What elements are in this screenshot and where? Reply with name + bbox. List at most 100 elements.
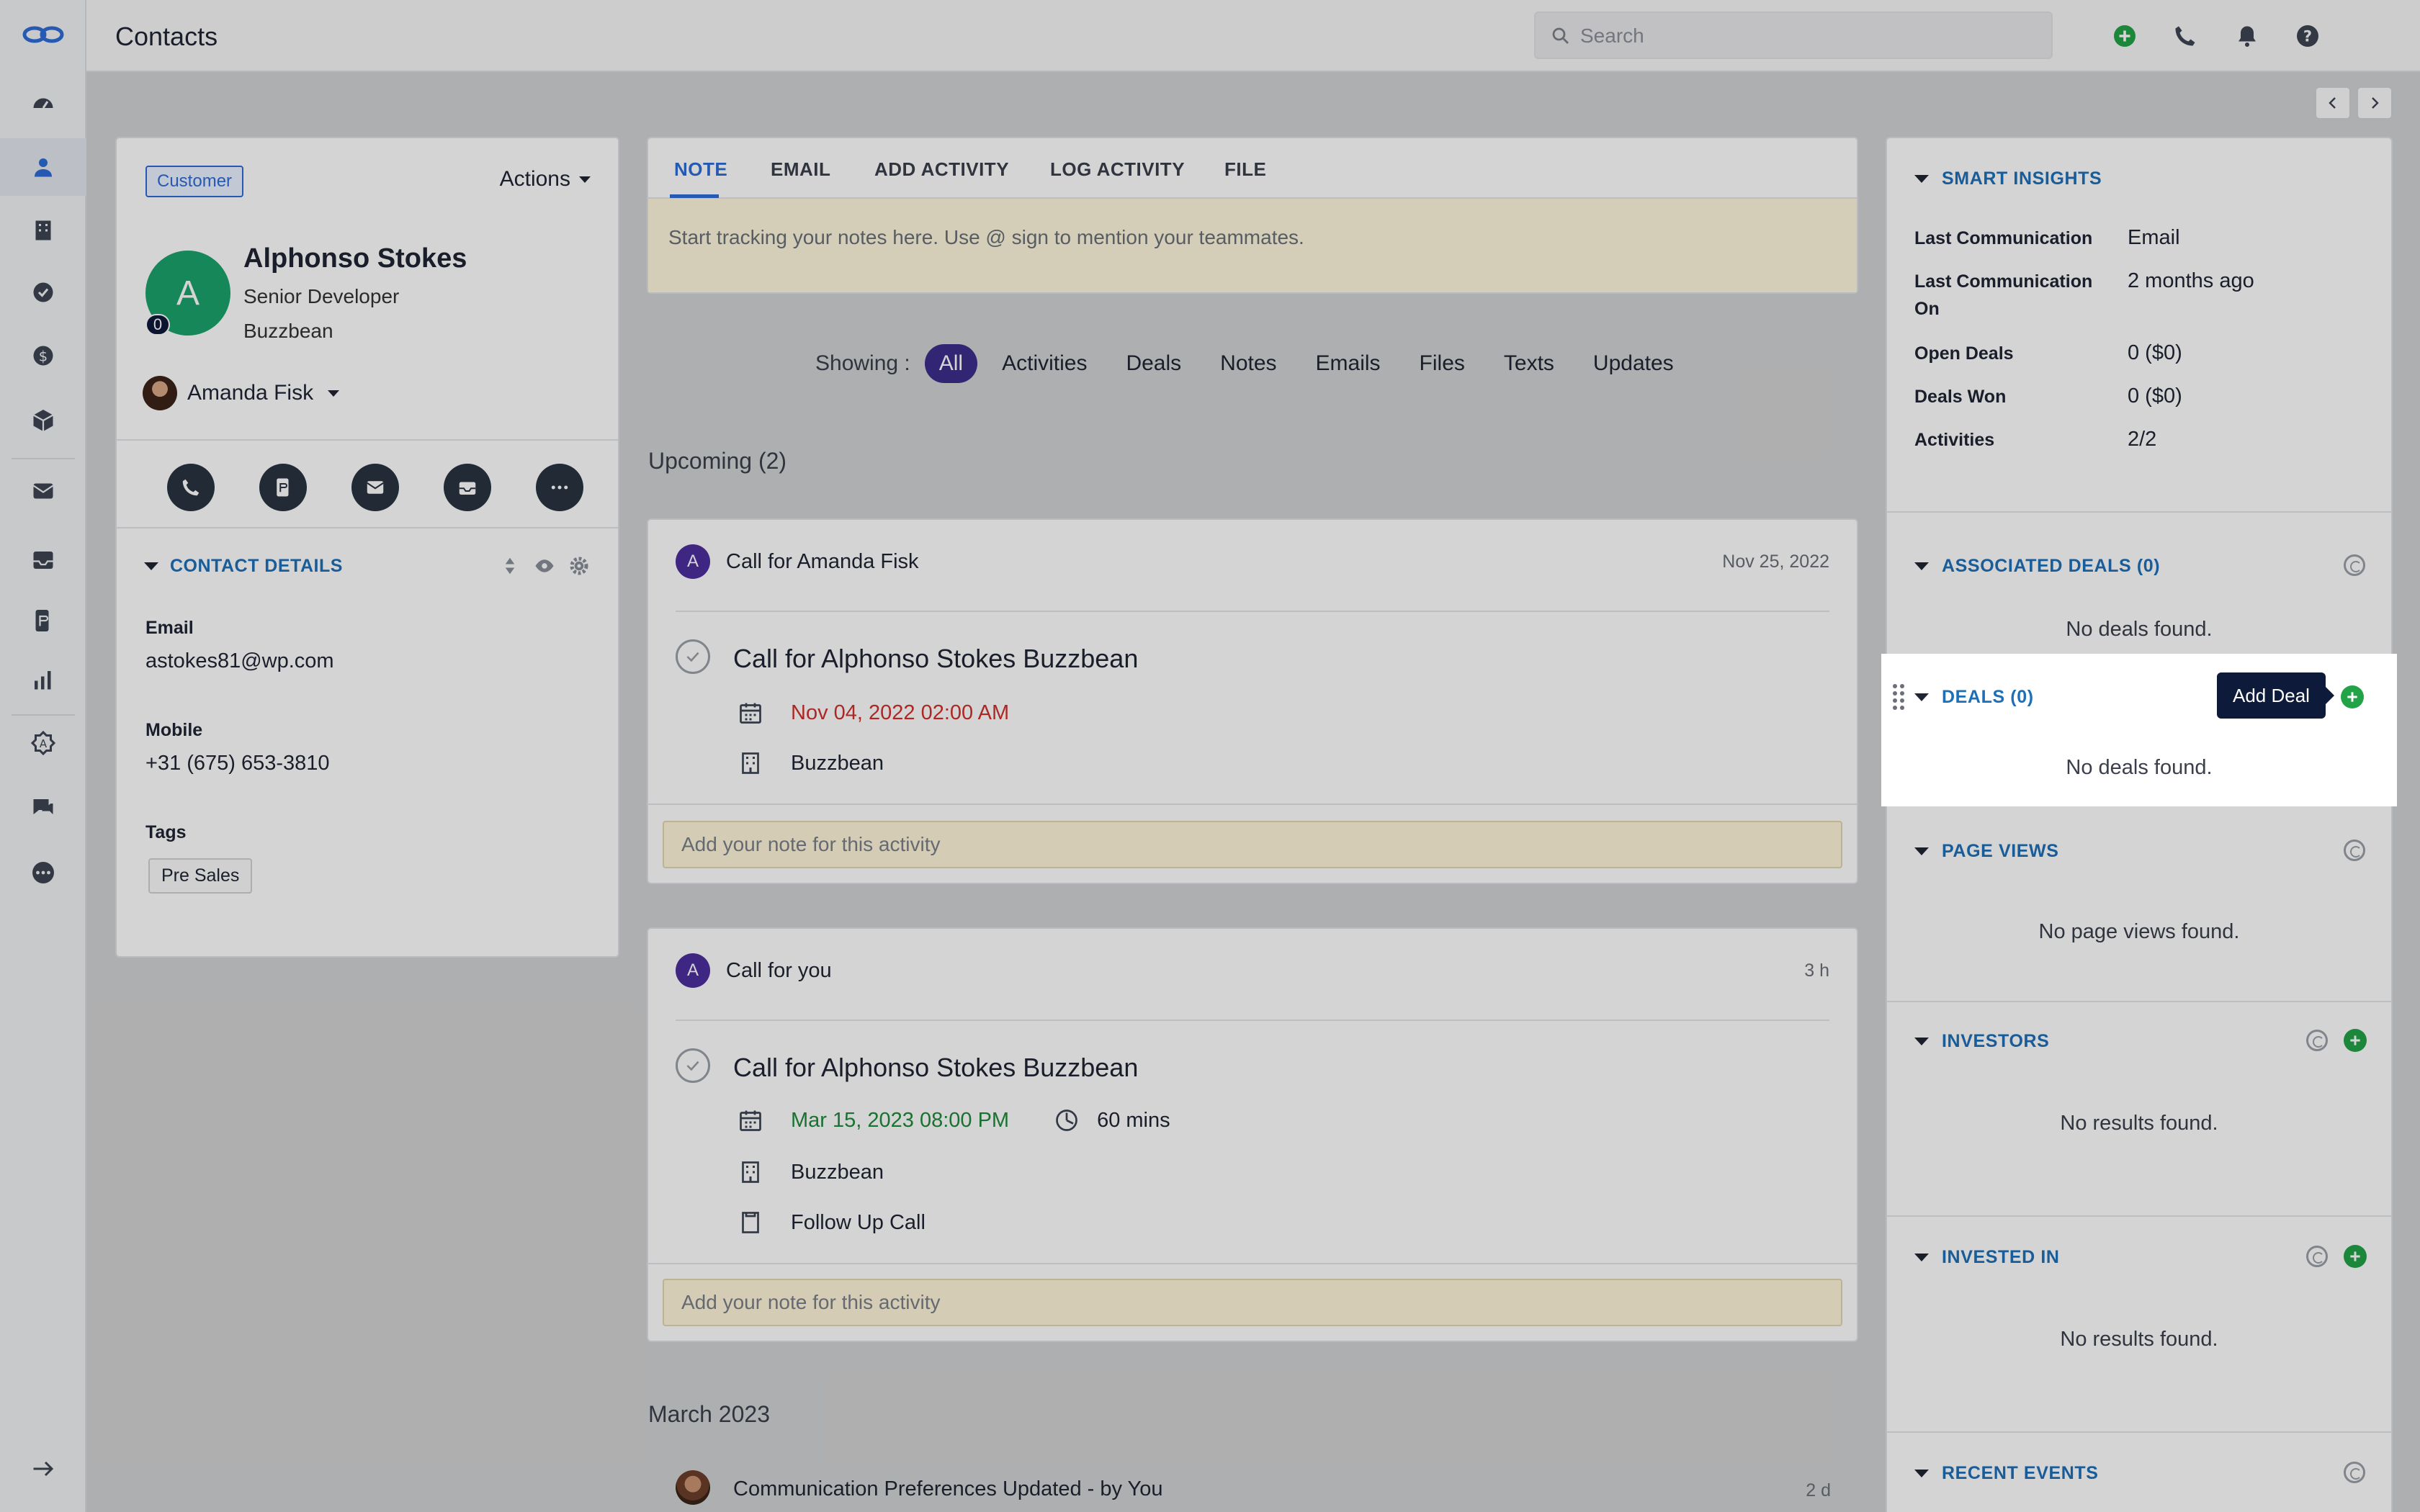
calendar-icon — [740, 703, 761, 724]
refresh-icon[interactable] — [2306, 1246, 2328, 1267]
nav-tasks-icon[interactable] — [0, 264, 86, 321]
next-record-button[interactable] — [2357, 86, 2393, 120]
activity-note-box[interactable] — [663, 1279, 1842, 1326]
previous-record-button[interactable] — [2315, 86, 2351, 120]
app-logo-icon[interactable] — [20, 20, 66, 49]
timeline-filters: Showing : All Activities Deals Notes Ema… — [815, 344, 1698, 383]
activity-outcome-row: Follow Up Call — [738, 1210, 926, 1236]
expand-sidebar-icon[interactable] — [0, 1440, 86, 1498]
complete-activity-button[interactable] — [676, 1048, 710, 1083]
nav-chat-icon[interactable] — [0, 779, 86, 837]
activity-title[interactable]: Call for Alphonso Stokes Buzzbean — [733, 644, 1138, 674]
deals-toggle[interactable]: DEALS (0) — [1914, 687, 2034, 708]
filter-deals[interactable]: Deals — [1111, 344, 1196, 383]
tag-chip[interactable]: Pre Sales — [148, 858, 253, 894]
filter-emails[interactable]: Emails — [1301, 344, 1395, 383]
filter-texts[interactable]: Texts — [1489, 344, 1569, 383]
recent-events-toggle[interactable]: RECENT EVENTS — [1914, 1463, 2099, 1484]
filter-activities[interactable]: Activities — [987, 344, 1101, 383]
tab-note[interactable]: NOTE — [674, 158, 727, 181]
owner-selector[interactable]: Amanda Fisk — [143, 376, 340, 410]
filter-files[interactable]: Files — [1405, 344, 1479, 383]
activity-due-date[interactable]: Nov 04, 2022 02:00 AM — [791, 701, 1009, 725]
invested-in-section: INVESTED IN No results found. — [1887, 1217, 2391, 1433]
tab-log-activity[interactable]: LOG ACTIVITY — [1050, 158, 1185, 181]
activity-note-box[interactable] — [663, 821, 1842, 868]
gear-icon[interactable] — [568, 554, 591, 577]
activity-header: A Call for Amanda Fisk — [676, 544, 919, 579]
nav-products-icon[interactable] — [0, 392, 86, 449]
add-investor-button[interactable] — [2344, 1029, 2367, 1052]
notifications-bell-icon[interactable] — [2231, 20, 2263, 52]
nav-email-icon[interactable] — [0, 462, 86, 520]
lifecycle-badge: Customer — [145, 166, 244, 197]
add-deal-button[interactable] — [2341, 685, 2364, 708]
invested-in-toggle[interactable]: INVESTED IN — [1914, 1247, 2060, 1268]
eye-icon[interactable] — [533, 554, 556, 577]
tab-email[interactable]: EMAIL — [771, 158, 830, 181]
email-button[interactable] — [351, 464, 399, 511]
nav-marketplace-icon[interactable]: A — [0, 714, 86, 772]
owner-avatar — [143, 376, 177, 410]
nav-inbox-icon[interactable] — [0, 531, 86, 589]
refresh-icon[interactable] — [2344, 1462, 2365, 1483]
activity-type[interactable]: Call — [726, 550, 762, 573]
filter-notes[interactable]: Notes — [1206, 344, 1291, 383]
composer-tabs: NOTE EMAIL ADD ACTIVITY LOG ACTIVITY FIL… — [648, 138, 1857, 199]
refresh-icon[interactable] — [2306, 1030, 2328, 1051]
nav-phone-icon[interactable] — [0, 592, 86, 649]
filter-all[interactable]: All — [924, 344, 978, 383]
refresh-icon[interactable] — [2344, 840, 2365, 861]
activity-due-date[interactable]: Mar 15, 2023 08:00 PM — [791, 1109, 1009, 1133]
activity-title[interactable]: Call for Alphonso Stokes Buzzbean — [733, 1053, 1138, 1083]
search-input[interactable] — [1580, 19, 2027, 53]
add-invested-in-button[interactable] — [2344, 1245, 2367, 1268]
contact-company[interactable]: Buzzbean — [243, 320, 333, 343]
nav-dashboard-icon[interactable] — [0, 75, 86, 132]
nav-accounts-icon[interactable] — [0, 202, 86, 259]
nav-reports-icon[interactable] — [0, 651, 86, 708]
actions-dropdown[interactable]: Actions — [500, 167, 591, 192]
drag-handle-icon[interactable] — [1893, 684, 1907, 710]
activity-date: 3 h — [1804, 960, 1829, 981]
svg-text:A: A — [40, 737, 48, 750]
activity-company[interactable]: Buzzbean — [791, 752, 884, 775]
contact-details-toggle[interactable]: CONTACT DETAILS — [144, 556, 343, 577]
update-title[interactable]: Communication Preferences Updated — [733, 1477, 1082, 1500]
activity-company[interactable]: Buzzbean — [791, 1161, 884, 1184]
activity-type[interactable]: Call — [726, 959, 762, 982]
insight-label: Last Communication — [1914, 228, 2093, 248]
insight-value: 0 ($0) — [2128, 341, 2182, 364]
investors-toggle[interactable]: INVESTORS — [1914, 1031, 2049, 1052]
contact-name[interactable]: Alphonso Stokes — [243, 243, 467, 274]
reorder-fields-icon[interactable] — [498, 554, 521, 577]
help-icon[interactable]: ? — [2292, 20, 2323, 52]
tab-file[interactable]: FILE — [1224, 158, 1266, 181]
page-views-toggle[interactable]: PAGE VIEWS — [1914, 841, 2059, 862]
complete-activity-button[interactable] — [676, 639, 710, 674]
nav-contacts-icon[interactable] — [0, 138, 86, 196]
call-button[interactable] — [167, 464, 215, 511]
quick-add-icon[interactable] — [2109, 20, 2141, 52]
activity-note-input[interactable] — [664, 1280, 1841, 1325]
nav-deals-icon[interactable]: $ — [0, 327, 86, 384]
sms-button[interactable] — [259, 464, 307, 511]
mobile-value[interactable]: +31 (675) 653-3810 — [145, 752, 330, 775]
phone-icon[interactable] — [2169, 20, 2201, 52]
insight-value: 2 months ago — [2128, 269, 2254, 292]
refresh-icon[interactable] — [2344, 554, 2365, 576]
associated-deals-toggle[interactable]: ASSOCIATED DEALS (0) — [1914, 556, 2160, 577]
smart-insights-toggle[interactable]: SMART INSIGHTS — [1914, 168, 2102, 189]
note-editor[interactable]: Start tracking your notes here. Use @ si… — [648, 199, 1857, 292]
tab-add-activity[interactable]: ADD ACTIVITY — [874, 158, 1009, 181]
filter-updates[interactable]: Updates — [1579, 344, 1688, 383]
activity-note-input[interactable] — [664, 822, 1841, 867]
recent-events-heading: RECENT EVENTS — [1942, 1463, 2099, 1483]
activity-card: A Call for you 3 h Call for Alphonso Sto… — [647, 927, 1858, 1342]
email-value[interactable]: astokes81@wp.com — [145, 649, 334, 673]
nav-more-icon[interactable] — [0, 844, 86, 901]
more-actions-button[interactable] — [536, 464, 583, 511]
clock-icon — [1056, 1110, 1077, 1131]
search-box[interactable] — [1534, 12, 2053, 59]
sequence-button[interactable] — [444, 464, 491, 511]
